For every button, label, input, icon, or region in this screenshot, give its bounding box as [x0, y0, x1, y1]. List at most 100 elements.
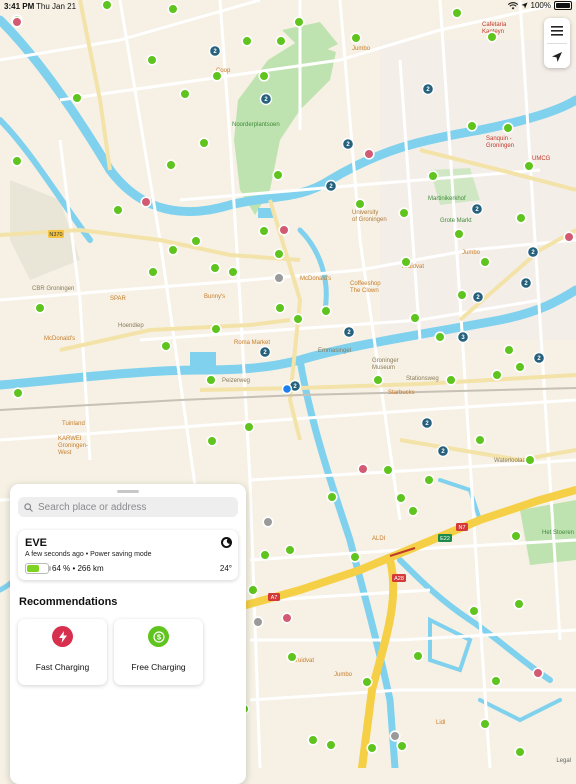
- station-pin-available[interactable]: [434, 331, 446, 343]
- station-pin-available[interactable]: [258, 225, 270, 237]
- station-cluster[interactable]: 3: [456, 330, 470, 344]
- station-cluster[interactable]: 2: [526, 245, 540, 259]
- station-pin-available[interactable]: [273, 248, 285, 260]
- station-pin-available[interactable]: [382, 464, 394, 476]
- station-cluster[interactable]: 2: [208, 44, 222, 58]
- station-pin-available[interactable]: [34, 302, 46, 314]
- station-cluster[interactable]: 2: [258, 345, 272, 359]
- station-pin-available[interactable]: [361, 676, 373, 688]
- station-pin-available[interactable]: [286, 651, 298, 663]
- station-pin-available[interactable]: [513, 598, 525, 610]
- station-pin-offline[interactable]: [273, 272, 285, 284]
- station-pin-available[interactable]: [227, 266, 239, 278]
- station-pin-busy[interactable]: [357, 463, 369, 475]
- free-charging-card[interactable]: $ Free Charging: [114, 619, 203, 685]
- station-cluster[interactable]: 2: [259, 92, 273, 106]
- station-pin-busy[interactable]: [563, 231, 575, 243]
- sheet-grabber[interactable]: [117, 490, 139, 493]
- station-pin-available[interactable]: [272, 169, 284, 181]
- station-pin-available[interactable]: [490, 675, 502, 687]
- station-cluster[interactable]: 2: [471, 290, 485, 304]
- vehicle-card[interactable]: EVE A few seconds ago • Power saving mod…: [18, 530, 238, 580]
- station-cluster[interactable]: 2: [470, 202, 484, 216]
- station-pin-available[interactable]: [11, 155, 23, 167]
- station-pin-busy[interactable]: [281, 612, 293, 624]
- station-cluster[interactable]: 2: [421, 82, 435, 96]
- station-pin-available[interactable]: [259, 549, 271, 561]
- station-pin-available[interactable]: [258, 70, 270, 82]
- search-bar[interactable]: Search place or address: [18, 497, 238, 517]
- station-pin-available[interactable]: [160, 340, 172, 352]
- station-pin-available[interactable]: [146, 54, 158, 66]
- station-pin-available[interactable]: [398, 207, 410, 219]
- locate-button[interactable]: [544, 44, 570, 69]
- station-pin-busy[interactable]: [140, 196, 152, 208]
- station-pin-available[interactable]: [112, 204, 124, 216]
- station-pin-available[interactable]: [211, 70, 223, 82]
- station-pin-available[interactable]: [198, 137, 210, 149]
- station-pin-available[interactable]: [491, 369, 503, 381]
- menu-button[interactable]: [544, 18, 570, 43]
- station-pin-available[interactable]: [479, 256, 491, 268]
- station-pin-available[interactable]: [241, 35, 253, 47]
- station-pin-available[interactable]: [396, 740, 408, 752]
- station-cluster[interactable]: 2: [519, 276, 533, 290]
- station-pin-available[interactable]: [503, 344, 515, 356]
- station-pin-offline[interactable]: [389, 730, 401, 742]
- station-cluster[interactable]: 2: [324, 179, 338, 193]
- station-pin-available[interactable]: [243, 421, 255, 433]
- station-pin-available[interactable]: [284, 544, 296, 556]
- station-cluster[interactable]: 2: [341, 137, 355, 151]
- station-pin-offline[interactable]: [252, 616, 264, 628]
- station-pin-available[interactable]: [307, 734, 319, 746]
- station-pin-available[interactable]: [423, 474, 435, 486]
- station-pin-available[interactable]: [209, 262, 221, 274]
- station-pin-available[interactable]: [167, 244, 179, 256]
- station-pin-available[interactable]: [205, 374, 217, 386]
- station-cluster[interactable]: 2: [436, 444, 450, 458]
- station-pin-available[interactable]: [350, 32, 362, 44]
- station-pin-available[interactable]: [466, 120, 478, 132]
- station-pin-available[interactable]: [395, 492, 407, 504]
- station-pin-available[interactable]: [354, 198, 366, 210]
- station-pin-available[interactable]: [147, 266, 159, 278]
- station-pin-available[interactable]: [326, 491, 338, 503]
- station-pin-available[interactable]: [407, 505, 419, 517]
- station-cluster[interactable]: 2: [420, 416, 434, 430]
- station-pin-available[interactable]: [206, 435, 218, 447]
- station-pin-available[interactable]: [524, 454, 536, 466]
- station-pin-available[interactable]: [474, 434, 486, 446]
- station-cluster[interactable]: 2: [532, 351, 546, 365]
- station-pin-available[interactable]: [325, 739, 337, 751]
- station-pin-available[interactable]: [510, 530, 522, 542]
- station-pin-available[interactable]: [190, 235, 202, 247]
- station-pin-busy[interactable]: [532, 667, 544, 679]
- station-pin-available[interactable]: [479, 718, 491, 730]
- station-pin-available[interactable]: [502, 122, 514, 134]
- station-pin-available[interactable]: [453, 228, 465, 240]
- station-pin-available[interactable]: [247, 584, 259, 596]
- station-pin-available[interactable]: [274, 302, 286, 314]
- station-pin-offline[interactable]: [262, 516, 274, 528]
- search-input[interactable]: Search place or address: [38, 502, 146, 513]
- station-pin-available[interactable]: [468, 605, 480, 617]
- fast-charging-card[interactable]: Fast Charging: [18, 619, 107, 685]
- station-pin-available[interactable]: [320, 305, 332, 317]
- station-pin-available[interactable]: [409, 312, 421, 324]
- station-pin-available[interactable]: [412, 650, 424, 662]
- station-pin-busy[interactable]: [363, 148, 375, 160]
- station-pin-available[interactable]: [445, 374, 457, 386]
- station-pin-available[interactable]: [515, 212, 527, 224]
- station-pin-available[interactable]: [349, 551, 361, 563]
- station-pin-available[interactable]: [427, 170, 439, 182]
- legal-link[interactable]: Legal: [556, 758, 571, 764]
- station-pin-available[interactable]: [366, 742, 378, 754]
- station-pin-available[interactable]: [486, 31, 498, 43]
- station-pin-available[interactable]: [165, 159, 177, 171]
- station-pin-available[interactable]: [514, 746, 526, 758]
- station-pin-available[interactable]: [293, 16, 305, 28]
- station-pin-busy[interactable]: [278, 224, 290, 236]
- station-pin-available[interactable]: [400, 256, 412, 268]
- station-pin-available[interactable]: [275, 35, 287, 47]
- station-pin-available[interactable]: [372, 374, 384, 386]
